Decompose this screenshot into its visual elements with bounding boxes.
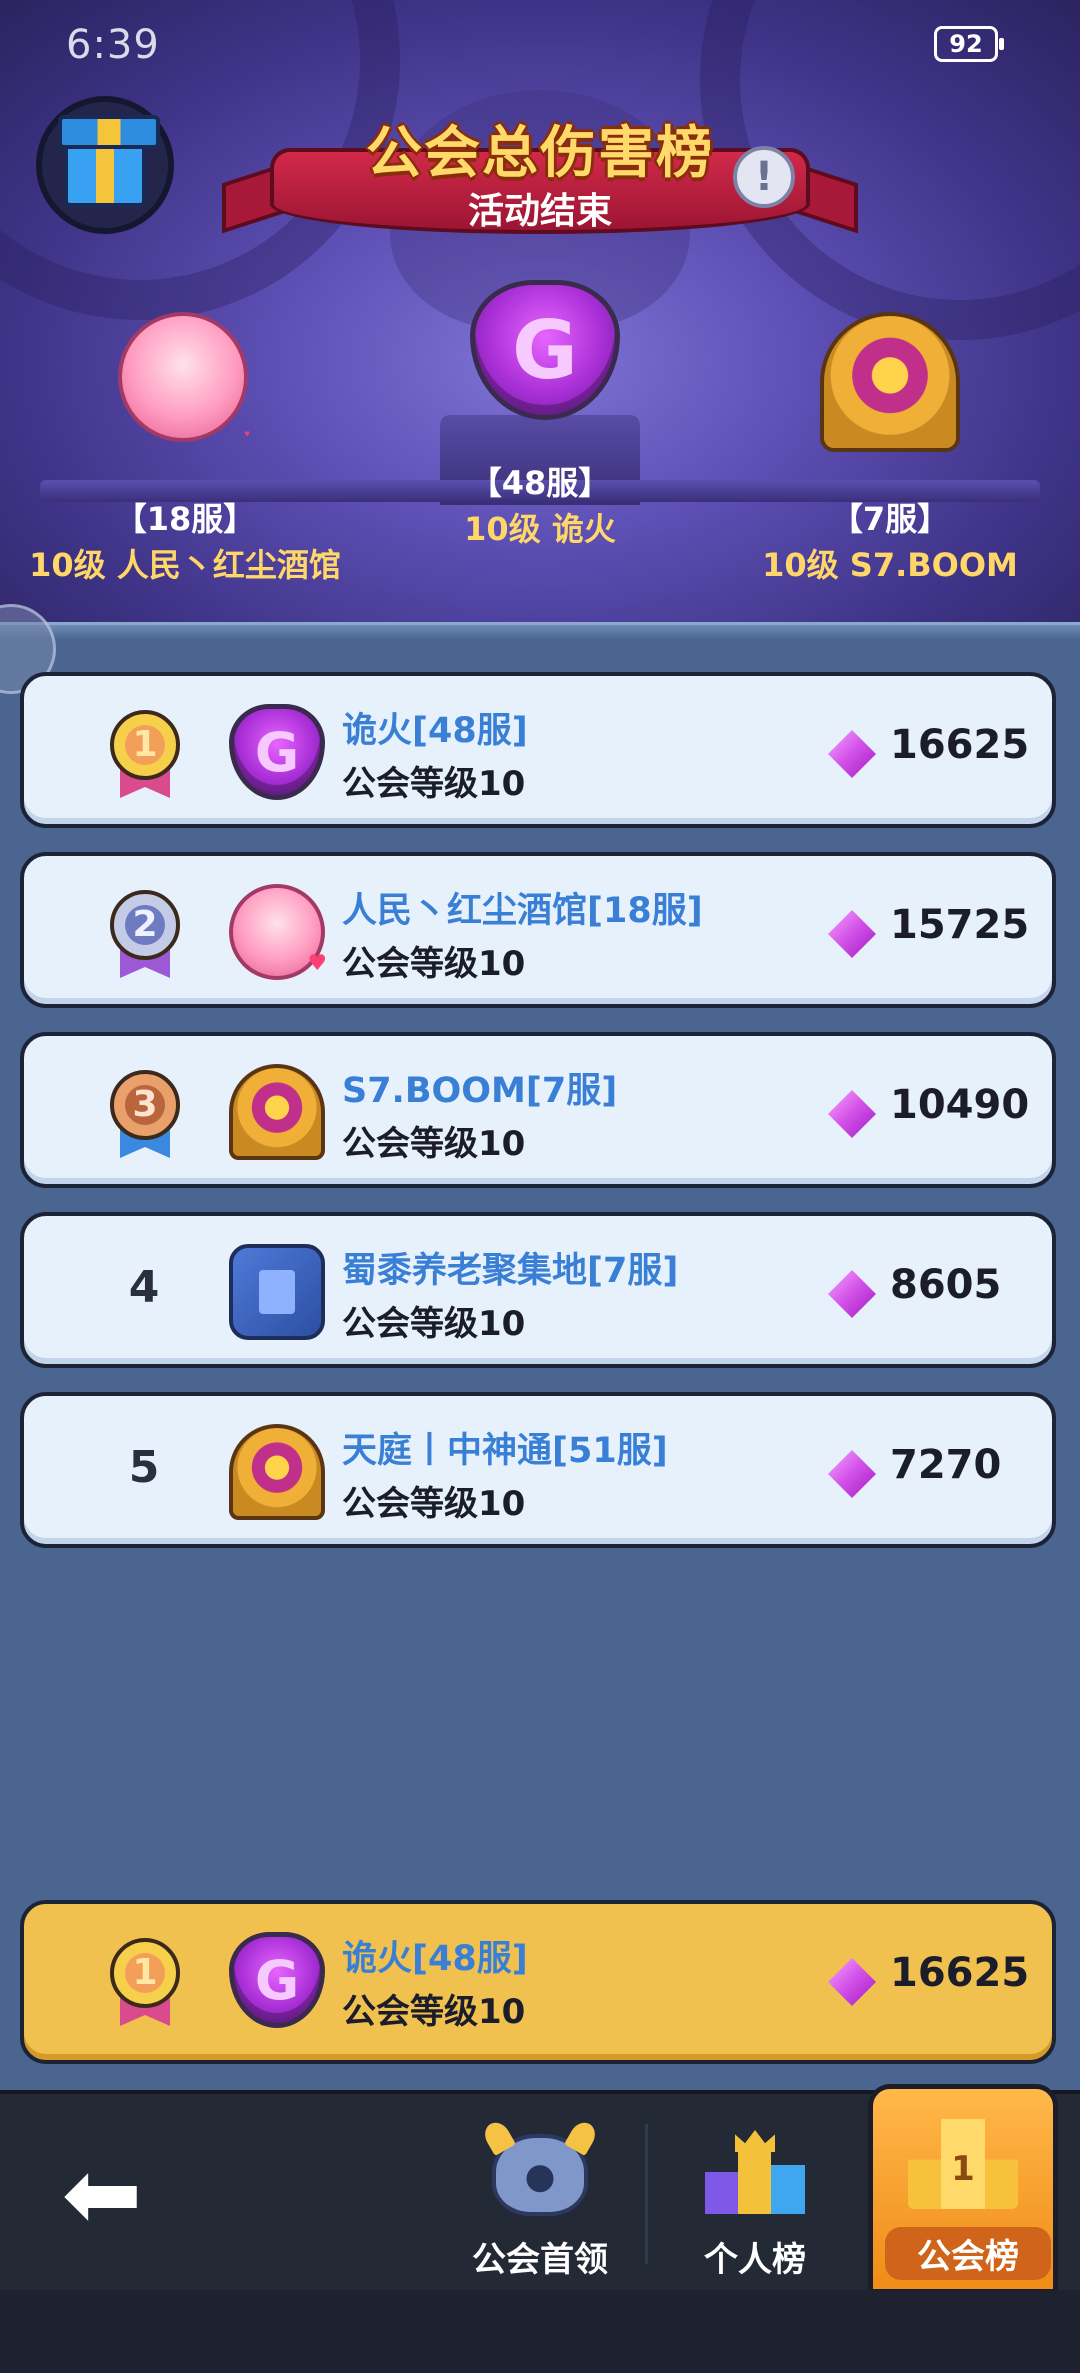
header-divider — [0, 622, 1080, 640]
gem-icon — [828, 1958, 876, 2006]
guild-level: 公会等级10 — [342, 764, 526, 804]
gem-icon — [828, 730, 876, 778]
tab-label: 公会榜 — [885, 2227, 1051, 2280]
tab-guild-boss[interactable]: 公会首领 — [445, 2094, 635, 2294]
guild-level: 公会等级10 — [342, 944, 526, 984]
guild-level: 公会等级10 — [342, 1992, 526, 2032]
podium-second-guild: 10级 人民丶红尘酒馆 — [29, 546, 341, 584]
damage-score: 10490 — [890, 1082, 1030, 1128]
table-row[interactable]: 2 人民丶红尘酒馆[18服] 公会等级10 15725 — [20, 852, 1056, 1008]
guild-name: 人民丶红尘酒馆[18服] — [342, 891, 703, 931]
guild-name: 蜀黍养老聚集地[7服] — [342, 1251, 679, 1291]
pink-cat-girl-emblem — [229, 884, 327, 980]
damage-score: 15725 — [890, 902, 1030, 948]
gift-button[interactable] — [36, 96, 174, 234]
status-time: 6:39 — [66, 22, 160, 68]
exclamation-icon: ! — [754, 154, 774, 200]
bronze-medal-icon: 3 — [106, 1062, 184, 1158]
podium-third-guild: 10级 S7.BOOM — [762, 546, 1018, 584]
gem-icon — [828, 1090, 876, 1138]
my-guild-row[interactable]: 1 诡火[48服] 公会等级10 16625 — [20, 1900, 1056, 2064]
table-row[interactable]: 3 S7.BOOM[7服] 公会等级10 10490 — [20, 1032, 1056, 1188]
tab-label: 公会首领 — [472, 2240, 608, 2280]
rank-number: 4 — [128, 1262, 160, 1313]
boss-icon — [492, 2134, 588, 2216]
purple-flame-shield-emblem — [470, 280, 620, 420]
info-button[interactable]: ! — [733, 146, 795, 208]
gem-icon — [828, 1450, 876, 1498]
guild-name: 诡火[48服] — [342, 1939, 528, 1979]
podium-first-server: 【48服】 — [469, 464, 611, 502]
blue-book-emblem — [229, 1244, 325, 1340]
rank-badge: 1 — [951, 2149, 975, 2189]
podium-second-server: 【18服】 — [114, 500, 256, 538]
table-row[interactable]: 4 蜀黍养老聚集地[7服] 公会等级10 8605 — [20, 1212, 1056, 1368]
podium-third: 【7服】 10级 S7.BOOM — [700, 494, 1080, 586]
guild-level: 公会等级10 — [342, 1484, 526, 1524]
back-arrow-icon[interactable]: ⬅ — [52, 2144, 152, 2244]
gem-icon — [828, 910, 876, 958]
damage-score: 16625 — [890, 722, 1030, 768]
damage-score: 8605 — [890, 1262, 1002, 1308]
system-navigation-bar — [0, 2290, 1080, 2373]
purple-flame-shield-emblem — [229, 1932, 325, 2028]
tab-guild-ranking[interactable]: 1 公会榜 — [868, 2084, 1058, 2294]
tab-label: 个人榜 — [704, 2240, 806, 2280]
guild-level: 公会等级10 — [342, 1304, 526, 1344]
golden-eye-pyramid-emblem — [820, 312, 960, 452]
gem-icon — [828, 1270, 876, 1318]
gift-icon — [58, 115, 160, 207]
table-row[interactable]: 5 天庭丨中神通[51服] 公会等级10 7270 — [20, 1392, 1056, 1548]
nav-divider — [645, 2124, 648, 2264]
battery-indicator: 92 — [934, 26, 1004, 62]
podium-second: 【18服】 10级 人民丶红尘酒馆 — [0, 494, 370, 586]
guild-name: S7.BOOM[7服] — [342, 1071, 618, 1111]
guild-level: 公会等级10 — [342, 1124, 526, 1164]
silver-medal-icon: 2 — [106, 882, 184, 978]
gold-medal-icon: 1 — [106, 702, 184, 798]
guild-name: 诡火[48服] — [342, 711, 528, 751]
damage-score: 7270 — [890, 1442, 1002, 1488]
golden-eye-pyramid-emblem — [229, 1064, 325, 1160]
podium-third-server: 【7服】 — [830, 500, 950, 538]
pink-cat-girl-emblem — [118, 312, 250, 442]
guild-name: 天庭丨中神通[51服] — [342, 1431, 668, 1471]
bottom-nav: ⬅ 公会首领 个人榜 1 公会榜 — [0, 2084, 1080, 2294]
podium-icon — [705, 2144, 805, 2214]
rank-number: 5 — [128, 1442, 160, 1493]
purple-flame-shield-emblem — [229, 704, 325, 800]
gold-medal-icon: 1 — [106, 1930, 184, 2026]
tab-personal-ranking[interactable]: 个人榜 — [660, 2094, 850, 2294]
podium-first-guild: 10级 诡火 — [464, 510, 616, 548]
golden-eye-pyramid-emblem — [229, 1424, 325, 1520]
damage-score: 16625 — [890, 1950, 1030, 1996]
podium-first: 【48服】 10级 诡火 — [400, 458, 680, 550]
table-row[interactable]: 1 诡火[48服] 公会等级10 16625 — [20, 672, 1056, 828]
